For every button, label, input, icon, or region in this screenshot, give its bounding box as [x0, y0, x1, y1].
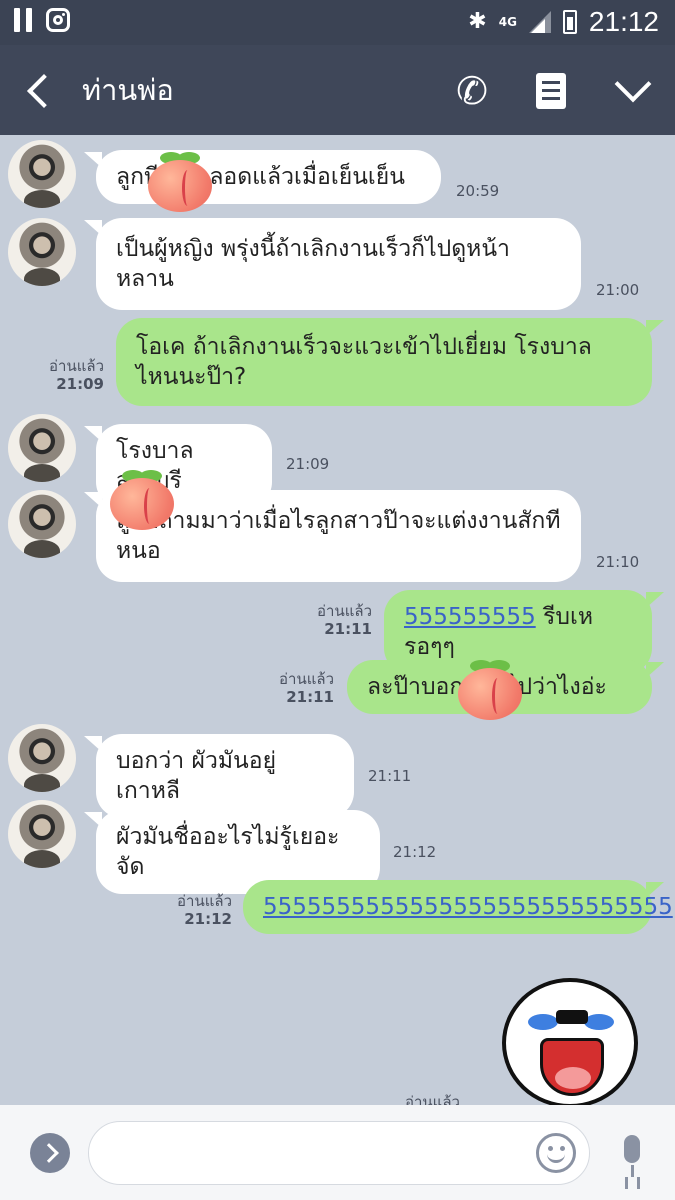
message-time: 21:11: [368, 767, 412, 785]
chevron-down-icon[interactable]: [610, 65, 654, 109]
signal-icon: [528, 11, 551, 33]
call-button[interactable]: ✆: [450, 69, 494, 113]
emoji-icon[interactable]: [536, 1133, 576, 1173]
read-receipt: อ่านแล้ว 21:12: [177, 892, 232, 928]
bluetooth-icon: ✱: [468, 9, 487, 34]
status-bar: ✱ 4G 21:12: [0, 0, 675, 45]
microphone-icon[interactable]: [616, 1135, 650, 1185]
avatar[interactable]: [8, 218, 76, 286]
message-input[interactable]: [88, 1121, 590, 1185]
network-indicator: 4G: [498, 15, 517, 29]
message-bubble[interactable]: บอกว่า ผัวมันอยู่เกาหลี: [84, 734, 354, 818]
chat-title: ท่านพ่อ: [82, 73, 174, 107]
read-receipt: อ่านแล้ว 21:09: [49, 357, 104, 393]
back-button[interactable]: [20, 69, 60, 113]
message-input-bar: [0, 1105, 675, 1200]
crying-laughing-sticker[interactable]: [502, 978, 638, 1108]
message-bubble[interactable]: เป็นผู้หญิง พรุ่งนี้ถ้าเลิกงานเร็วก็ไปดู…: [84, 218, 581, 310]
message-bubble[interactable]: โอเค ถ้าเลิกงานเร็วจะแวะเข้าไปเยี่ยม โรง…: [116, 318, 664, 406]
message-time: 21:00: [596, 281, 640, 299]
status-clock: 21:12: [588, 6, 659, 37]
read-receipt: อ่านแล้ว 21:11: [317, 602, 372, 638]
message-time: 20:59: [456, 182, 500, 200]
message-link[interactable]: 5555555555555555555555555555: [263, 894, 673, 920]
battery-icon: [562, 10, 577, 34]
instagram-icon: [46, 8, 70, 32]
pause-icon: [14, 8, 34, 32]
notes-button[interactable]: [536, 73, 566, 109]
avatar[interactable]: [8, 490, 76, 558]
avatar[interactable]: [8, 800, 76, 868]
read-receipt: อ่านแล้ว 21:11: [279, 670, 334, 706]
avatar[interactable]: [8, 140, 76, 208]
avatar[interactable]: [8, 724, 76, 792]
peach-sticker-overlay: [148, 152, 212, 212]
peach-sticker-overlay: [458, 660, 522, 720]
message-link[interactable]: 555555555: [404, 604, 536, 630]
avatar[interactable]: [8, 414, 76, 482]
chat-header: ท่านพ่อ ✆: [0, 45, 675, 135]
message-time: 21:10: [596, 553, 640, 571]
message-time: 21:09: [286, 455, 330, 473]
message-bubble[interactable]: 5555555555555555555555555555: [243, 880, 673, 934]
peach-sticker-overlay: [110, 470, 174, 530]
chevron-right-icon[interactable]: [30, 1133, 70, 1173]
message-time: 21:12: [393, 843, 437, 861]
